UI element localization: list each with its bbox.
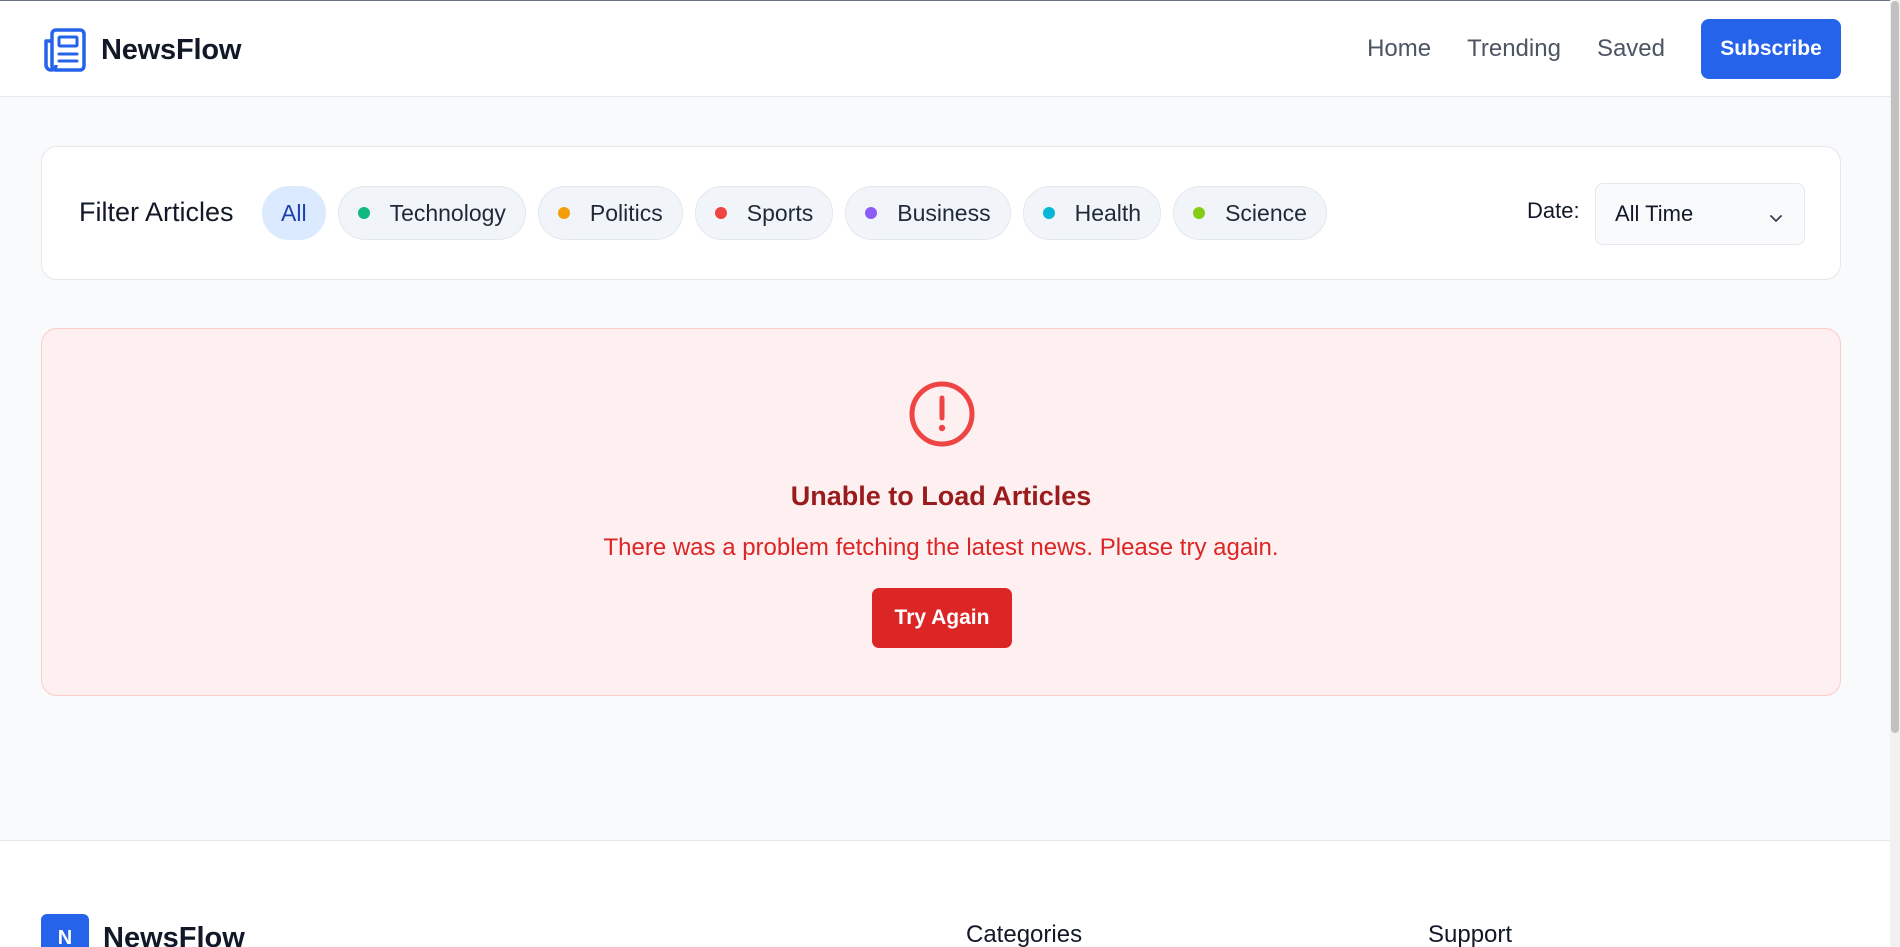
filter-chip-all[interactable]: All — [262, 186, 326, 240]
filter-panel: Filter Articles All Technology Politics Spo… — [41, 146, 1841, 280]
category-dot-icon — [865, 207, 878, 219]
footer-brand[interactable]: N NewsFlow — [41, 914, 245, 947]
main-nav: Home Trending Saved Subscribe — [1367, 19, 1890, 79]
error-message: There was a problem fetching the latest … — [603, 534, 1279, 561]
header: NewsFlow Home Trending Saved Subscribe — [0, 1, 1890, 97]
filter-chip-label: Science — [1225, 199, 1307, 226]
filter-chip-business[interactable]: Business — [845, 186, 1011, 240]
brand-logo[interactable]: NewsFlow — [41, 27, 241, 73]
footer-brand-name: NewsFlow — [103, 921, 245, 947]
filter-chip-label: Technology — [389, 199, 506, 226]
filter-chip-politics[interactable]: Politics — [537, 186, 683, 240]
filter-chip-technology[interactable]: Technology — [337, 186, 526, 240]
footer-categories-heading: Categories — [966, 921, 1083, 947]
filter-chip-sports[interactable]: Sports — [694, 186, 834, 240]
newspaper-icon — [41, 27, 87, 73]
filter-chip-science[interactable]: Science — [1173, 186, 1327, 240]
category-dot-icon — [357, 207, 370, 219]
category-chips: All Technology Politics Sports Business Healt… — [262, 186, 1339, 240]
footer-logo-badge: N — [41, 914, 89, 947]
nav-saved[interactable]: Saved — [1597, 35, 1665, 63]
error-title: Unable to Load Articles — [790, 481, 1092, 511]
subscribe-button[interactable]: Subscribe — [1701, 19, 1841, 79]
category-dot-icon — [557, 207, 570, 219]
footer-support-heading: Support — [1428, 921, 1513, 947]
scrollbar[interactable] — [1890, 0, 1900, 947]
chevron-down-icon — [1768, 206, 1784, 232]
filter-chip-label: Politics — [589, 199, 663, 226]
filter-chip-label: Business — [897, 199, 991, 226]
category-dot-icon — [1042, 207, 1055, 219]
category-dot-icon — [1193, 207, 1206, 219]
brand-name: NewsFlow — [101, 33, 242, 66]
alert-circle-icon — [908, 380, 976, 453]
date-label: Date: — [1527, 198, 1580, 223]
date-select[interactable]: All Time — [1595, 183, 1805, 245]
footer: N NewsFlow Categories Support — [0, 840, 1890, 947]
date-select-value: All Time — [1615, 201, 1694, 226]
filter-chip-health[interactable]: Health — [1022, 186, 1162, 240]
filter-title: Filter Articles — [79, 197, 234, 227]
try-again-button[interactable]: Try Again — [872, 588, 1012, 648]
filter-chip-label: Sports — [746, 199, 814, 226]
error-panel: Unable to Load Articles There was a prob… — [41, 328, 1841, 696]
filter-chip-label: All — [281, 199, 307, 226]
nav-home[interactable]: Home — [1367, 35, 1431, 63]
scrollbar-thumb[interactable] — [1891, 1, 1899, 733]
filter-chip-label: Health — [1074, 199, 1142, 226]
nav-trending[interactable]: Trending — [1467, 35, 1561, 63]
category-dot-icon — [714, 207, 727, 219]
